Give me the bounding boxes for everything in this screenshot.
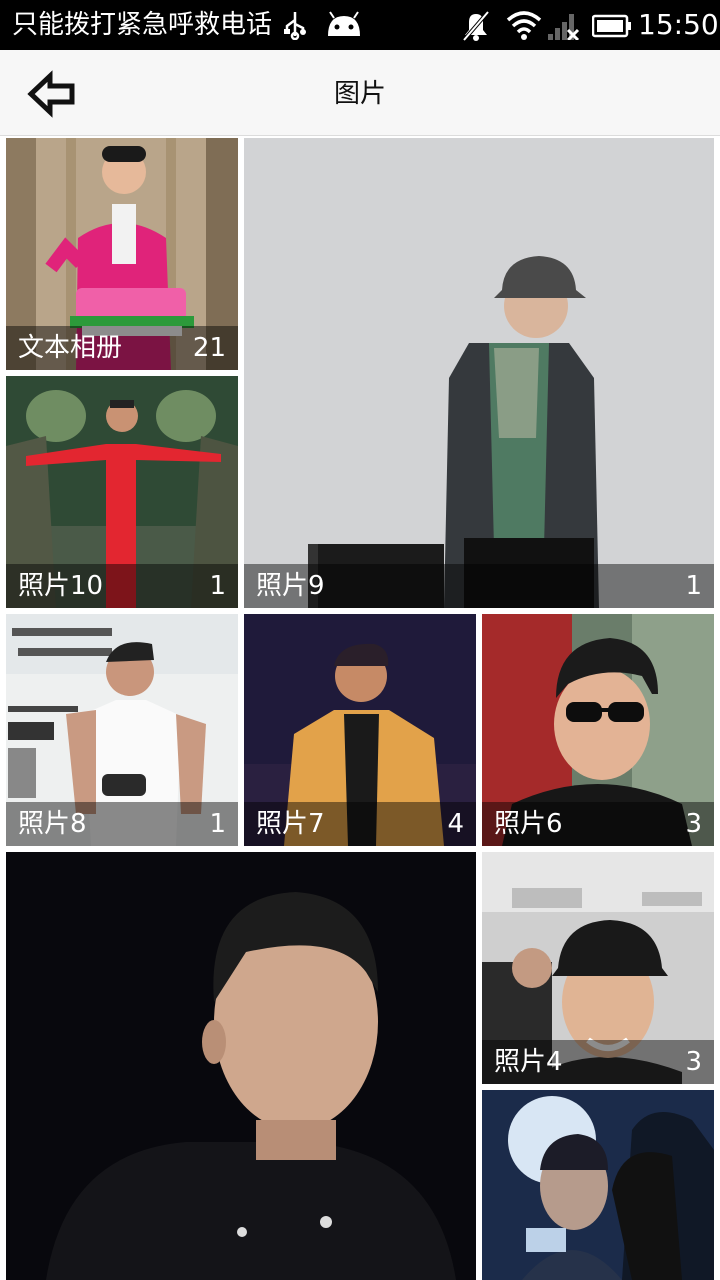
album-tile[interactable]: 照片8 1 [6,614,238,846]
album-tile[interactable]: 照片9 1 [244,138,714,608]
wifi-icon [506,11,542,40]
album-grid: 文本相册 21 照片10 1 照片9 1 照片8 1 照片7 4 照片6 3 照… [0,137,720,1280]
album-tile[interactable]: 照片4 3 [482,852,714,1084]
usb-icon [284,12,306,40]
album-photo-count: 1 [209,571,226,601]
album-photo-count: 1 [209,809,226,839]
album-name: 照片10 [18,571,104,601]
signal-icon [548,14,580,40]
album-tile[interactable] [482,1090,714,1280]
album-tile[interactable]: 照片7 4 [244,614,476,846]
album-name: 照片9 [256,571,325,601]
album-tile[interactable] [6,852,476,1280]
album-photo-count: 3 [685,1047,702,1077]
clock: 15:50 [638,8,719,41]
album-photo-count: 21 [192,333,226,363]
album-photo-count: 3 [685,809,702,839]
album-name: 照片8 [18,809,87,839]
album-photo-count: 1 [685,571,702,601]
carrier-status-text: 只能拨打紧急呼救电话 [12,10,273,40]
page-title: 图片 [333,79,386,109]
album-cover-image [482,1090,714,1280]
album-name: 照片6 [494,809,563,839]
app-bar: 图片 [0,50,720,136]
album-cover-image [244,138,714,608]
album-tile[interactable]: 照片6 3 [482,614,714,846]
album-tile[interactable]: 文本相册 21 [6,138,238,370]
battery-icon [592,14,631,38]
album-name: 文本相册 [18,333,123,363]
mute-icon [462,10,490,42]
album-cover-image [6,852,476,1280]
album-name: 照片7 [256,809,325,839]
album-photo-count: 4 [447,809,464,839]
android-icon [328,11,360,36]
album-tile[interactable]: 照片10 1 [6,376,238,608]
status-bar: 只能拨打紧急呼救电话 15:50 [0,0,720,50]
album-name: 照片4 [494,1047,563,1077]
